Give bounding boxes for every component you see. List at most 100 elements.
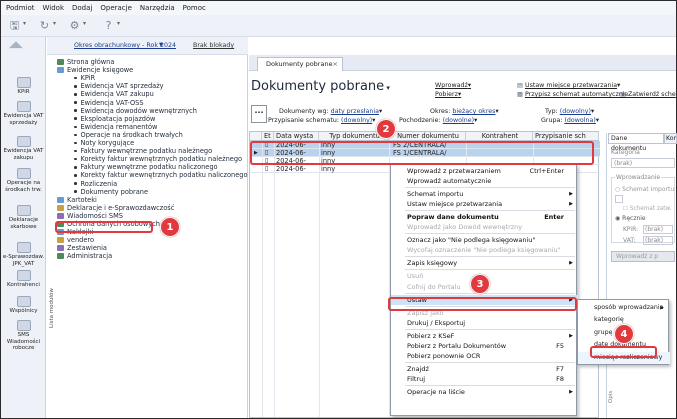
tree-leaf[interactable]: Korekty faktur wewnętrznych podatku nali…: [74, 171, 248, 179]
tree-leaf[interactable]: Ewidencja remanentów: [74, 123, 157, 131]
context-menu-item[interactable]: Wycofaj oznaczenie "Nie podlega księgowa…: [391, 245, 578, 255]
context-menu-item[interactable]: Operacje na liście ▶: [391, 387, 578, 397]
tree-leaf[interactable]: Faktury wewnętrzne podatku naliczonego: [74, 163, 218, 171]
assign-scheme-auto[interactable]: ▦ Przypisz schemat automatycznie: [517, 91, 628, 98]
checkbox-scheme-approve[interactable]: ☐ Schemat zatw.: [623, 206, 671, 212]
filter-type-value[interactable]: (dowolny): [560, 108, 591, 115]
set-processing-place[interactable]: ▤ Ustaw miejsce przetwarzania▾: [517, 82, 620, 89]
tree-leaf[interactable]: Faktury wewnętrzne podatku należnego: [74, 147, 212, 155]
leftbar-kpir[interactable]: KPiR: [1, 77, 46, 96]
refresh-icon[interactable]: ↻: [37, 19, 52, 32]
tree-leaf[interactable]: Ewidencja VAT-OSS: [74, 99, 144, 107]
context-menu-item[interactable]: Wprowadź automatycznie: [391, 176, 578, 186]
column-header-et[interactable]: Et: [262, 132, 274, 141]
wprowadz-menu[interactable]: Wprowadź▾: [435, 82, 471, 89]
leftbar-sms[interactable]: SMS Wiadomości robocze: [1, 320, 46, 352]
close-icon[interactable]: ×: [333, 58, 338, 71]
filter-period-value[interactable]: bieżący okres: [452, 108, 495, 115]
chevron-down-icon[interactable]: ▾: [83, 20, 86, 27]
filter-origin-value[interactable]: (dowolne): [443, 117, 474, 124]
more-options-button[interactable]: ···: [251, 105, 267, 123]
tree-group[interactable]: Zestawienia: [57, 244, 107, 252]
tree-item-label: Korekty faktur wewnętrznych podatku nali…: [80, 171, 248, 180]
tree-group[interactable]: Strona główna: [57, 58, 114, 66]
context-menu-item[interactable]: Ustaw miejsce przetwarzania ▶: [391, 199, 578, 209]
tree-group[interactable]: Wiadomości SMS: [57, 212, 123, 220]
filter-group-value[interactable]: (dowolna): [564, 117, 595, 124]
submenu-item[interactable]: sposób wprowadzania ▶: [578, 302, 670, 314]
context-menu-item[interactable]: Pobierz ponownie OCR: [391, 351, 578, 361]
radio-recznie[interactable]: ◉ Ręcznie: [615, 215, 646, 222]
menu-pomoc[interactable]: Pomoc: [183, 4, 206, 12]
leftbar-tax-declarations[interactable]: Deklaracje skarbowe: [1, 205, 46, 230]
tree-leaf[interactable]: KPiR: [74, 74, 95, 82]
wprowadz-z-button[interactable]: Wprowadź z p: [611, 251, 675, 262]
leftbar-contractors[interactable]: Kontrahenci: [1, 270, 46, 289]
kpir-select[interactable]: (brak): [643, 225, 673, 234]
tab-dane-dokumentu[interactable]: Dane dokumentu: [608, 133, 664, 152]
menu-widok[interactable]: Widok: [43, 4, 65, 12]
column-header-number[interactable]: Numer dokumentu: [389, 132, 466, 141]
help-icon[interactable]: ?: [101, 19, 116, 32]
leftbar-vat-purchase[interactable]: Ewidencja VAT zakupu: [1, 136, 46, 161]
approve-scheme[interactable]: ▣ Zatwierdź sche: [620, 91, 676, 98]
context-menu-item[interactable]: Znajdź F7: [391, 364, 578, 374]
tree-leaf[interactable]: Eksploatacja pojazdów: [74, 115, 155, 123]
chevron-down-icon[interactable]: ▾: [53, 20, 56, 27]
lock-status-link[interactable]: Brak blokady: [193, 42, 234, 49]
context-menu-item[interactable]: Pobierz z KSeF ▶: [391, 331, 578, 341]
tree-group[interactable]: Kartoteki: [57, 196, 97, 204]
scheme-select[interactable]: [615, 195, 623, 203]
tree-group[interactable]: Administracja: [57, 252, 112, 260]
chevron-down-icon[interactable]: ▾: [23, 20, 26, 27]
category-select[interactable]: (brak): [611, 158, 675, 168]
tree-leaf[interactable]: Ewidencja dowodów wewnętrznych: [74, 107, 197, 115]
pobierz-menu[interactable]: Pobierz▾: [435, 91, 461, 98]
filter-scheme-value[interactable]: (dowolny): [341, 117, 372, 124]
context-menu-item[interactable]: Filtruj F8: [391, 374, 578, 384]
column-header-scheme[interactable]: Przypisanie sch: [533, 132, 599, 141]
tree-leaf[interactable]: Ewidencja VAT sprzedaży: [74, 82, 164, 90]
tree-leaf[interactable]: Noty korygujące: [74, 139, 134, 147]
tree-leaf[interactable]: Rozliczenia: [74, 180, 117, 188]
menu-dodaj[interactable]: Dodaj: [72, 4, 92, 12]
tree-group[interactable]: vendero: [57, 236, 94, 244]
submenu-arrow-icon: ▶: [569, 201, 573, 208]
leftbar-fixed-assets[interactable]: Operacje na środkach trw.: [1, 168, 46, 193]
context-menu-item[interactable]: Oznacz jako "Nie podlega księgowaniu": [391, 235, 578, 245]
vat-select[interactable]: (brak): [643, 236, 673, 245]
menu-narzedzia[interactable]: Narzędzia: [140, 4, 175, 12]
tree-group[interactable]: Deklaracje i e-Sprawozdawczość: [57, 204, 174, 212]
tree-leaf[interactable]: Dokumenty pobrane: [74, 188, 148, 196]
tree-leaf[interactable]: Korekty faktur wewnętrznych podatku nale…: [74, 155, 242, 163]
column-header-date[interactable]: Data wysta: [274, 132, 319, 141]
context-menu-item[interactable]: Pobierz z Portalu Dokumentów F5: [391, 341, 578, 351]
tree-item-label: Kartoteki: [67, 195, 97, 204]
context-menu-item[interactable]: Popraw dane dokumentu Enter: [391, 212, 578, 222]
tab-komentarz[interactable]: Kom: [664, 133, 677, 144]
leftbar-partners[interactable]: Wspólnicy: [1, 296, 46, 315]
column-header-contractor[interactable]: Kontrahent: [466, 132, 533, 141]
filter-docs-by-value[interactable]: daty przesłania: [331, 108, 379, 115]
callout-badge: 2: [376, 119, 396, 139]
menu-operacje[interactable]: Operacje: [100, 4, 132, 12]
tree-group[interactable]: Ewidencje księgowe: [57, 66, 133, 74]
chevron-down-icon[interactable]: ▾: [384, 84, 390, 92]
modules-vertical-tab[interactable]: Lista modułów: [49, 288, 55, 328]
leftbar-vat-sales[interactable]: Ewidencja VAT sprzedaży: [1, 101, 46, 126]
context-menu-item[interactable]: Zapis księgowy ▶: [391, 258, 578, 268]
radio-schemat-importu[interactable]: ○ Schemat importu: [615, 186, 674, 193]
tree-leaf[interactable]: Operacje na środkach trwałych: [74, 131, 183, 139]
context-menu-item[interactable]: Schemat importu ▶: [391, 189, 578, 199]
chevron-down-icon[interactable]: ▼: [159, 42, 163, 48]
context-menu-item[interactable]: Wprowadź z przetwarzaniem Ctrl+Enter: [391, 166, 578, 176]
context-menu-item[interactable]: Wprowadź jako Dowód wewnętrzny: [391, 222, 578, 232]
tab-dokumenty-pobrane[interactable]: Dokumenty pobrane ×: [257, 57, 343, 71]
context-menu-item[interactable]: Drukuj / Eksportuj: [391, 318, 578, 328]
menu-podmiot[interactable]: Podmiot: [6, 4, 35, 12]
save-icon[interactable]: 🖫: [7, 19, 22, 32]
settings-icon[interactable]: ⚙: [67, 19, 82, 32]
chevron-down-icon[interactable]: ▾: [117, 20, 120, 27]
tree-leaf[interactable]: Ewidencja VAT zakupu: [74, 90, 154, 98]
leftbar-jpk-vat[interactable]: e-Sprawozdaw. JPK_VAT: [1, 242, 46, 267]
